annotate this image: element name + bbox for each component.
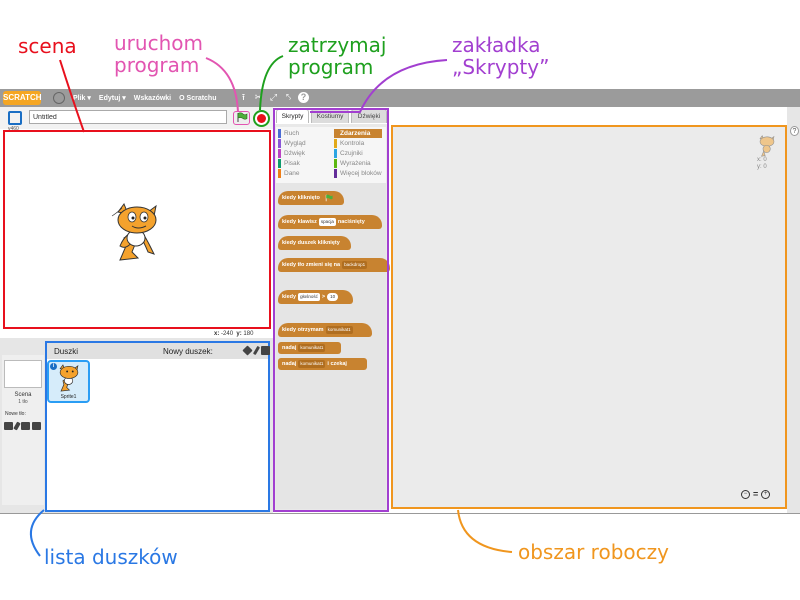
menu-about[interactable]: O Scratchu [179, 95, 216, 102]
stage-mode-button[interactable] [8, 111, 22, 125]
zoom-controls: − = + [741, 489, 771, 499]
stop-icon [257, 114, 266, 123]
shrink-icon[interactable]: ⤣ [283, 92, 294, 103]
stop-button[interactable] [253, 110, 270, 127]
annotation-scripts-tab: zakładka „Skrypty” [452, 34, 549, 78]
zoom-reset-icon[interactable]: = [753, 489, 758, 499]
annotation-tab-line1: zakładka [452, 33, 541, 57]
grow-icon[interactable]: ⤢ [268, 92, 279, 103]
scene-thumbnail[interactable] [4, 360, 42, 388]
sprite-tile[interactable]: i Sprite1 [47, 360, 90, 403]
new-backdrop-tools [4, 421, 41, 431]
current-sprite-icon [759, 135, 775, 157]
help-icon[interactable]: ? [790, 126, 799, 136]
duplicate-icon[interactable]: ⭱ [238, 92, 249, 103]
upload-backdrop-icon[interactable] [21, 422, 30, 430]
annotation-stop-program: zatrzymaj program [288, 34, 386, 78]
workspace-callout-line [457, 509, 513, 553]
green-flag-button[interactable] [233, 111, 250, 125]
scene-backdrop-count: 1 tło [18, 399, 28, 405]
stage[interactable] [3, 130, 271, 329]
menubar: SCRATCH Plik ▾ Edytuj ▾ Wskazówki O Scra… [0, 89, 800, 107]
zoom-out-icon[interactable]: − [741, 489, 750, 499]
project-title-input[interactable] [29, 110, 227, 124]
menubar-tools: ⭱ ✂ ⤢ ⤣ ? [238, 92, 309, 103]
paint-sprite-icon[interactable] [252, 345, 261, 356]
stage-header: v460 [0, 107, 273, 132]
upload-sprite-icon[interactable] [261, 346, 270, 355]
camera-backdrop-icon[interactable] [32, 422, 41, 430]
sprite-list-callout-line [30, 509, 45, 557]
new-backdrop-label: Nowe tło: [5, 411, 26, 417]
zoom-in-icon[interactable]: + [761, 489, 771, 499]
stage-coordinates: x: -240 y: 180 [214, 331, 253, 337]
green-flag-icon [237, 112, 248, 122]
sprite-position: x: 0 y: 0 [757, 157, 767, 171]
new-sprite-label: Nowy duszek: [163, 347, 213, 356]
annotation-workspace: obszar roboczy [518, 540, 669, 564]
sprite-thumbnail-icon [59, 364, 79, 392]
menu-edit[interactable]: Edytuj ▾ [99, 94, 126, 102]
cat-sprite-image [111, 202, 157, 261]
annotation-stop-line2: program [288, 55, 374, 79]
right-strip [787, 107, 800, 513]
annotation-stop-line1: zatrzymaj [288, 33, 387, 57]
y-label: y: [236, 331, 242, 337]
annotation-sprite-list: lista duszków [44, 545, 178, 569]
sprite-y: y: 0 [757, 164, 767, 170]
cut-icon[interactable]: ✂ [253, 92, 264, 103]
scene-label: Scena [14, 392, 32, 398]
bottom-border [0, 513, 800, 514]
x-label: x: [214, 331, 220, 337]
sprite-library-icon[interactable] [242, 345, 253, 356]
sprite-x: x: 0 [757, 157, 767, 163]
script-area[interactable]: x: 0 y: 0 − = + [391, 125, 787, 509]
help-icon[interactable]: ? [298, 92, 309, 103]
menu-tips[interactable]: Wskazówki [134, 95, 171, 102]
paint-backdrop-icon[interactable] [13, 421, 21, 431]
annotation-run-line1: uruchom [114, 31, 203, 55]
sprite-list-title: Duszki [54, 347, 79, 356]
scratch-logo[interactable]: SCRATCH [3, 91, 42, 105]
globe-icon[interactable] [53, 92, 65, 104]
annotation-stage: scena [18, 34, 77, 58]
x-value: -240 [221, 331, 234, 337]
sprite-list-header: Duszki Nowy duszek: [47, 343, 282, 359]
menu-file[interactable]: Plik ▾ [73, 94, 91, 102]
annotation-run-program: uruchom program [114, 32, 203, 76]
backdrop-library-icon[interactable] [4, 422, 13, 430]
sprite-name: Sprite1 [60, 394, 77, 400]
annotation-tab-line2: „Skrypty” [452, 55, 550, 79]
annotation-run-line2: program [114, 53, 200, 77]
sprite-list: Duszki Nowy duszek: i Sprite1 [45, 341, 282, 512]
y-value: 180 [243, 331, 254, 337]
scripts-tab-highlight [273, 108, 389, 512]
